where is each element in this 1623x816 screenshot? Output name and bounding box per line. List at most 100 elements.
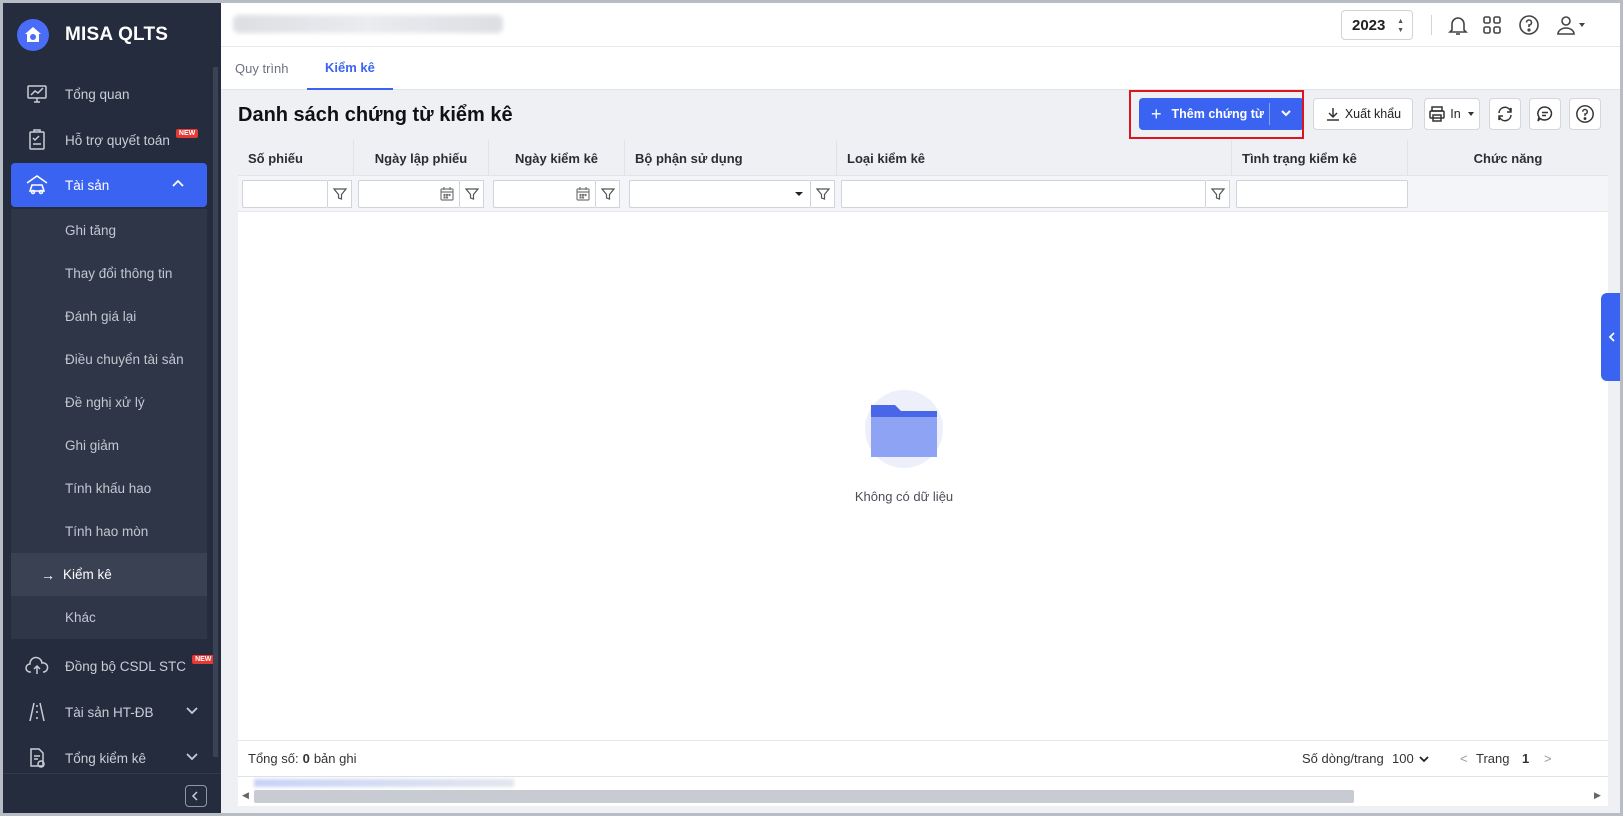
topbar: 2023 ▲ ▼ (221, 3, 1620, 47)
year-selector[interactable]: 2023 ▲ ▼ (1341, 10, 1413, 40)
vertical-scrollbar[interactable] (1615, 90, 1620, 790)
user-menu[interactable] (1551, 12, 1591, 38)
main-content: Danh sách chứng từ kiểm kê + Thêm chứng … (221, 90, 1620, 813)
scroll-left-icon[interactable]: ◀ (242, 790, 249, 801)
submenu-item-revaluation[interactable]: Đánh giá lại (11, 295, 207, 338)
sidebar-scrollbar[interactable] (213, 67, 218, 757)
apps-grid-icon[interactable] (1479, 12, 1505, 38)
sidebar-item-infrastructure[interactable]: Tài sản HT-ĐB (3, 689, 221, 735)
filter-inventory-type-input[interactable] (841, 180, 1206, 208)
collapse-sidebar-button[interactable] (185, 785, 207, 807)
sidebar-item-assets[interactable]: Tài sản (11, 163, 207, 207)
empty-message: Không có dữ liệu (854, 489, 954, 504)
help-icon (1576, 105, 1594, 123)
filter-created-date-input[interactable] (358, 180, 460, 208)
road-icon (23, 698, 51, 726)
refresh-icon (1498, 106, 1512, 122)
page-label: Trang (1476, 751, 1510, 766)
total-count: 0 (302, 751, 310, 766)
document-check-icon (23, 744, 51, 772)
spinner-arrows-icon[interactable]: ▲ ▼ (1397, 17, 1404, 35)
submenu-item-label: Kiểm kê (63, 567, 112, 582)
submenu-item-other[interactable]: Khác (11, 596, 207, 639)
column-header-inventory-status[interactable]: Tình trạng kiểm kê (1232, 140, 1408, 176)
filter-funnel-icon[interactable] (811, 180, 835, 208)
submenu-item-transfer[interactable]: Điều chuyển tài sản (11, 338, 207, 381)
print-button[interactable]: In (1424, 98, 1480, 130)
chevron-up-icon[interactable] (171, 177, 185, 194)
calendar-icon[interactable] (575, 186, 591, 202)
filter-inventory-status-input[interactable] (1236, 180, 1408, 208)
rows-per-page-select[interactable]: 100 (1392, 751, 1430, 766)
arrow-right-icon: → (41, 566, 55, 583)
scroll-right-icon[interactable]: ▶ (1594, 790, 1601, 801)
sidebar-item-sync[interactable]: Đồng bộ CSDL STC NEW (3, 643, 221, 689)
filter-department-select[interactable] (629, 180, 811, 208)
sidebar-item-label: Đồng bộ CSDL STC (65, 658, 187, 674)
download-icon (1326, 108, 1339, 121)
scrollbar-thumb[interactable] (254, 790, 1354, 803)
page-help-button[interactable] (1569, 98, 1601, 130)
caret-down-icon (1467, 112, 1474, 116)
submenu-item-amortization[interactable]: Tính hao mòn (11, 510, 207, 553)
submenu-item-disposal-request[interactable]: Đề nghị xử lý (11, 381, 207, 424)
sidebar-item-overview[interactable]: Tổng quan (3, 71, 221, 117)
column-header-inventory-date[interactable]: Ngày kiểm kê (489, 140, 625, 176)
filter-funnel-icon[interactable] (596, 180, 620, 208)
filter-funnel-icon[interactable] (1206, 180, 1230, 208)
page-number: 1 (1522, 751, 1530, 766)
total-suffix: bản ghi (313, 751, 357, 766)
car-house-icon (23, 171, 51, 199)
column-header-inventory-type[interactable]: Loại kiểm kê (837, 140, 1232, 176)
sidebar-item-label: Hỗ trợ quyết toán (65, 132, 170, 148)
column-header-voucher-no[interactable]: Số phiếu (238, 140, 354, 176)
filter-inventory-date-input[interactable] (493, 180, 596, 208)
refresh-button[interactable] (1489, 98, 1521, 130)
help-icon[interactable] (1516, 12, 1542, 38)
export-button[interactable]: Xuất khẩu (1313, 98, 1413, 130)
filter-funnel-icon[interactable] (328, 180, 352, 208)
filter-voucher-no-input[interactable] (242, 180, 328, 208)
submenu-item-change-info[interactable]: Thay đổi thông tin (11, 252, 207, 295)
empty-state: Không có dữ liệu (238, 212, 1608, 740)
sidebar-item-settlement[interactable]: Hỗ trợ quyết toán NEW (3, 117, 221, 163)
logo[interactable]: MISA QLTS (3, 3, 221, 67)
expand-side-panel-button[interactable] (1601, 293, 1620, 381)
filter-row (238, 176, 1608, 212)
submenu-item-depreciation[interactable]: Tính khấu hao (11, 467, 207, 510)
chevron-down-icon[interactable] (185, 703, 199, 720)
printer-icon (1429, 106, 1446, 122)
calendar-icon[interactable] (439, 186, 455, 202)
bell-icon[interactable] (1445, 12, 1471, 38)
tab-bar: Quy trình Kiểm kê (221, 47, 1620, 90)
year-value: 2023 (1352, 16, 1386, 34)
tab-inventory[interactable]: Kiểm kê (307, 47, 393, 90)
column-header-actions: Chức năng (1473, 150, 1543, 166)
submenu-item-decrease[interactable]: Ghi giảm (11, 424, 207, 467)
tab-process[interactable]: Quy trình (235, 47, 288, 90)
rows-per-page-label: Số dòng/trang (1302, 751, 1384, 766)
sidebar-item-label: Tổng quan (65, 86, 130, 102)
inventory-grid: Số phiếu Ngày lập phiếu Ngày kiểm kê Bộ … (238, 140, 1608, 740)
organization-name-blurred (233, 15, 503, 33)
next-page-button[interactable]: > (1544, 751, 1552, 766)
column-header-department[interactable]: Bộ phận sử dụng (625, 140, 837, 176)
feedback-button[interactable] (1529, 98, 1561, 130)
grid-header: Số phiếu Ngày lập phiếu Ngày kiểm kê Bộ … (238, 140, 1608, 176)
column-header-created-date[interactable]: Ngày lập phiếu (354, 140, 489, 176)
sidebar: MISA QLTS Tổng quan Hỗ trợ quyết toán NE… (3, 3, 221, 813)
chevron-down-icon[interactable] (185, 749, 199, 766)
monitor-chart-icon (23, 80, 51, 108)
prev-page-button[interactable]: < (1460, 751, 1468, 766)
chevron-left-icon (1608, 332, 1615, 342)
print-label: In (1450, 107, 1461, 121)
horizontal-scrollbar[interactable]: ◀ ▶ (238, 776, 1608, 806)
total-label: Tổng số: (248, 751, 299, 766)
submenu-item-increase[interactable]: Ghi tăng (11, 209, 207, 252)
app-window: MISA QLTS Tổng quan Hỗ trợ quyết toán NE… (0, 0, 1623, 816)
sidebar-item-label: Tổng kiểm kê (65, 750, 147, 766)
filter-funnel-icon[interactable] (460, 180, 484, 208)
submenu-item-inventory[interactable]: → Kiểm kê (11, 553, 207, 596)
cloud-upload-icon (23, 652, 51, 680)
divider (1431, 15, 1432, 35)
